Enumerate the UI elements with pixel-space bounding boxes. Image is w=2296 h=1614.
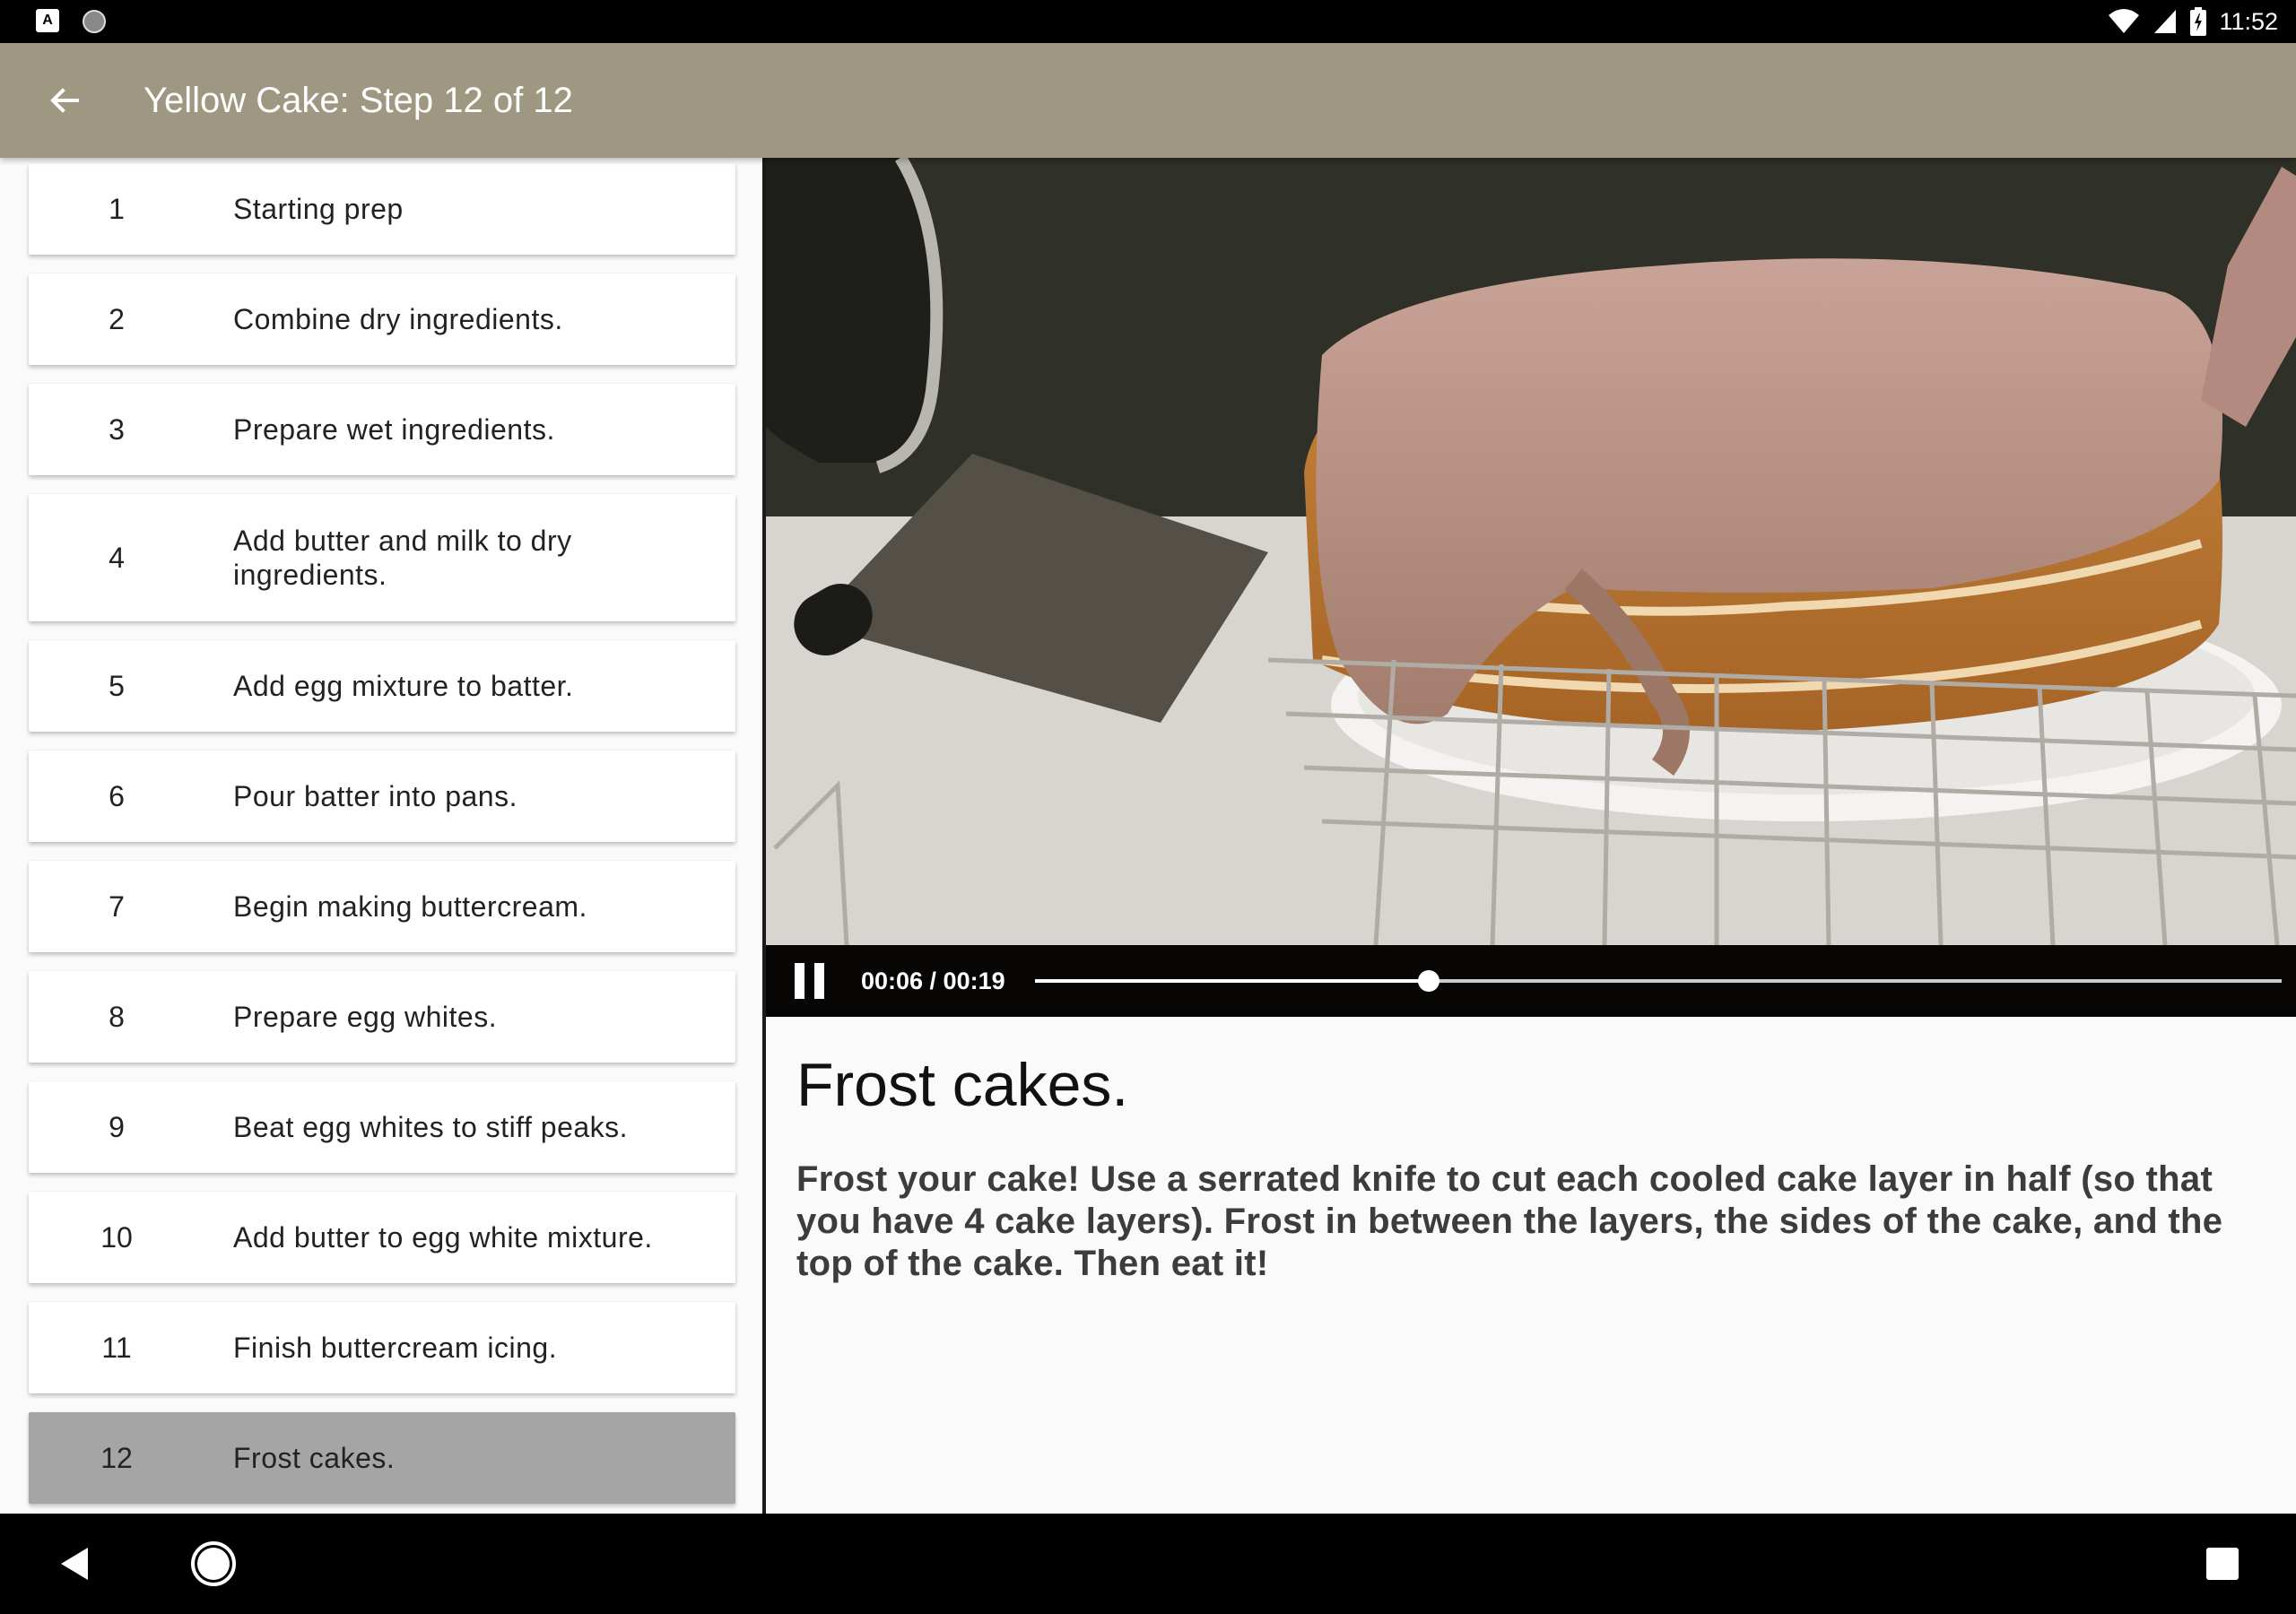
nav-recents-icon[interactable] (2206, 1548, 2239, 1580)
seek-thumb[interactable] (1418, 970, 1440, 992)
seek-bar-played (1035, 979, 1430, 983)
pause-icon (795, 963, 804, 999)
step-item[interactable]: 3 Prepare wet ingredients. (29, 384, 735, 475)
step-number: 5 (109, 669, 125, 702)
step-item[interactable]: 8 Prepare egg whites. (29, 971, 735, 1063)
step-number: 2 (109, 302, 125, 335)
step-list[interactable]: 1 Starting prep 2 Combine dry ingredient… (0, 158, 761, 1514)
step-title: Frost cakes. (796, 1051, 1129, 1119)
step-number: 8 (109, 1000, 125, 1033)
step-description: Prepare egg whites. (233, 1001, 498, 1033)
battery-icon (2190, 7, 2207, 36)
signal-icon (2154, 10, 2177, 33)
step-item[interactable]: 9 Beat egg whites to stiff peaks. (29, 1081, 735, 1173)
wifi-icon (2109, 9, 2140, 33)
app-bar: Yellow Cake: Step 12 of 12 (0, 43, 2296, 158)
seek-bar[interactable] (1035, 970, 2282, 992)
step-item[interactable]: 1 Starting prep (29, 163, 735, 255)
step-instructions: Frost your cake! Use a serrated knife to… (796, 1159, 2223, 1283)
step-number: 4 (109, 541, 125, 574)
step-item[interactable]: 10 Add butter to egg white mixture. (29, 1192, 735, 1283)
step-number: 11 (101, 1331, 132, 1364)
circle-notification-icon (83, 10, 106, 33)
step-description: Add butter and milk to dry ingredients. (233, 525, 572, 591)
pause-button[interactable] (795, 963, 827, 999)
step-number: 3 (109, 412, 125, 446)
arrow-left-icon (50, 88, 79, 113)
page-title: Yellow Cake: Step 12 of 12 (144, 81, 573, 120)
a-notification-icon: A (36, 9, 59, 32)
step-description: Add egg mixture to batter. (233, 670, 574, 702)
step-number: 1 (109, 192, 125, 225)
step-item-selected[interactable]: 12 Frost cakes. (29, 1412, 735, 1504)
nav-back-icon[interactable] (54, 1542, 97, 1585)
step-item[interactable]: 7 Begin making buttercream. (29, 861, 735, 952)
step-number: 12 (100, 1441, 133, 1474)
step-description: Beat egg whites to stiff peaks. (233, 1111, 629, 1143)
step-description: Begin making buttercream. (233, 890, 587, 923)
step-number: 6 (109, 779, 125, 812)
step-item[interactable]: 2 Combine dry ingredients. (29, 273, 735, 365)
step-description: Pour batter into pans. (233, 780, 517, 812)
navigation-bar (0, 1514, 2296, 1614)
step-description: Frost cakes. (233, 1442, 396, 1474)
nav-home-icon[interactable] (190, 1540, 237, 1587)
step-description: Combine dry ingredients. (233, 303, 563, 335)
step-number: 10 (100, 1220, 133, 1254)
step-item[interactable]: 4 Add butter and milk to dry ingredients… (29, 494, 735, 621)
video-controls: 00:06 / 00:19 (766, 945, 2296, 1017)
step-description: Prepare wet ingredients. (233, 413, 555, 446)
step-item[interactable]: 6 Pour batter into pans. (29, 751, 735, 842)
step-description: Add butter to egg white mixture. (233, 1221, 653, 1254)
step-description: Starting prep (233, 193, 404, 225)
step-number: 9 (109, 1110, 125, 1143)
step-description: Finish buttercream icing. (233, 1332, 558, 1364)
step-item[interactable]: 11 Finish buttercream icing. (29, 1302, 735, 1393)
video-time: 00:06 / 00:19 (861, 968, 1005, 994)
video-frame-image (766, 158, 2296, 945)
status-bar: A 11:52 (0, 0, 2296, 43)
step-item[interactable]: 5 Add egg mixture to batter. (29, 640, 735, 732)
step-number: 7 (109, 889, 125, 923)
clock: 11:52 (2219, 8, 2278, 35)
back-button[interactable] (32, 75, 97, 126)
video-player[interactable]: 00:06 / 00:19 (766, 158, 2296, 1017)
